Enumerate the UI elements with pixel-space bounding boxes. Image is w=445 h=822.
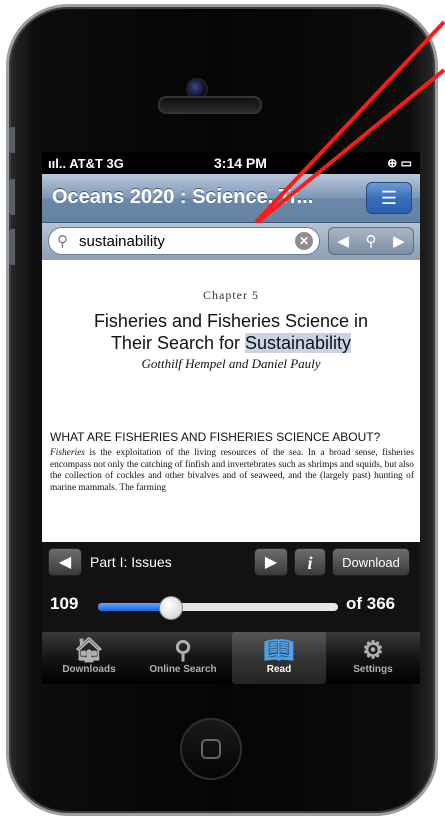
right-arrow-icon: ▶ bbox=[264, 554, 278, 571]
chapter-title: Fisheries and Fisheries Science in Their… bbox=[42, 310, 420, 354]
download-label: Download bbox=[342, 555, 400, 570]
total-pages-label: of 366 bbox=[346, 594, 396, 613]
tab-label-online-search: Online Search bbox=[149, 664, 217, 675]
current-page-number: 109 bbox=[50, 594, 79, 613]
body-lead-word: Fisheries bbox=[50, 448, 85, 458]
table-of-contents-button[interactable]: ☰ bbox=[366, 182, 412, 214]
page-slider-thumb[interactable] bbox=[159, 596, 183, 620]
volume-up-button bbox=[9, 179, 15, 215]
mute-switch bbox=[9, 127, 15, 153]
section-heading: WHAT ARE FISHERIES AND FISHERIES SCIENCE… bbox=[50, 430, 381, 444]
gear-icon: ⚙ bbox=[362, 637, 384, 664]
status-bar: ııl.. AT&T 3G 3:14 PM ⊕ ▭ bbox=[42, 152, 420, 174]
status-time: 3:14 PM bbox=[214, 155, 267, 171]
home-button[interactable] bbox=[180, 718, 242, 780]
chapter-title-line1: Fisheries and Fisheries Science in bbox=[93, 311, 369, 331]
battery-icon: ⊕ ▭ bbox=[387, 156, 412, 170]
search-highlight: Sustainability bbox=[245, 333, 352, 353]
book-icon: 📖︎ bbox=[263, 637, 295, 664]
tab-bar: 🏠︎ Downloads ⚲ Online Search 📖︎ Read ⚙ S… bbox=[42, 632, 420, 684]
body-text: is the exploitation of the living resour… bbox=[50, 448, 414, 493]
page-slider-row: 109 of 366 bbox=[42, 586, 420, 622]
tab-label-read: Read bbox=[266, 664, 292, 675]
info-icon: i bbox=[307, 553, 313, 573]
book-page[interactable]: Chapter 5 Fisheries and Fisheries Scienc… bbox=[42, 260, 420, 542]
chapter-label: Chapter 5 bbox=[203, 288, 259, 302]
part-label: Part I: Issues bbox=[90, 554, 172, 570]
list-icon: ☰ bbox=[380, 188, 398, 208]
tab-label-downloads: Downloads bbox=[62, 664, 116, 675]
body-paragraph: Fisheries is the exploitation of the liv… bbox=[50, 448, 414, 494]
prev-result-icon[interactable]: ◀ bbox=[337, 232, 349, 250]
search-input[interactable]: ⚲ sustainability ✕ bbox=[48, 227, 320, 255]
book-title: Oceans 2020 : Science, Tr... bbox=[52, 186, 314, 208]
tab-settings[interactable]: ⚙ Settings bbox=[326, 632, 420, 684]
page-slider[interactable] bbox=[98, 603, 338, 611]
tab-online-search[interactable]: ⚲ Online Search bbox=[136, 632, 230, 684]
magnifier-icon: ⚲ bbox=[174, 637, 192, 664]
home-icon: 🏠︎ bbox=[73, 637, 105, 664]
prev-part-button[interactable]: ◀ bbox=[48, 548, 82, 576]
search-icon: ⚲ bbox=[57, 233, 68, 250]
next-result-icon[interactable]: ▶ bbox=[393, 232, 405, 250]
app-screen: ııl.. AT&T 3G 3:14 PM ⊕ ▭ Oceans 2020 : … bbox=[42, 152, 420, 684]
clear-icon[interactable]: ✕ bbox=[295, 232, 313, 250]
volume-down-button bbox=[9, 229, 15, 265]
next-part-button[interactable]: ▶ bbox=[254, 548, 288, 576]
search-bar: ⚲ sustainability ✕ ◀ ⚲ ▶ bbox=[42, 223, 420, 262]
chapter-authors: Gotthilf Hempel and Daniel Pauly bbox=[141, 356, 321, 371]
reader-toolbar: ◀ Part I: Issues ▶ i Download 109 of 366 bbox=[42, 542, 420, 632]
carrier-label: ııl.. AT&T 3G bbox=[48, 156, 124, 171]
navigation-bar: Oceans 2020 : Science, Tr... ☰ bbox=[42, 174, 420, 223]
signal-icon: ııl.. bbox=[48, 156, 70, 171]
left-arrow-icon: ◀ bbox=[58, 554, 72, 571]
info-button[interactable]: i bbox=[294, 548, 326, 576]
search-navigation-control: ◀ ⚲ ▶ bbox=[328, 227, 414, 255]
search-query: sustainability bbox=[79, 233, 165, 250]
tab-read[interactable]: 📖︎ Read bbox=[232, 632, 326, 684]
tab-downloads[interactable]: 🏠︎ Downloads bbox=[42, 632, 136, 684]
search-results-icon[interactable]: ⚲ bbox=[365, 232, 376, 250]
earpiece-speaker bbox=[158, 96, 262, 114]
home-square-icon bbox=[201, 739, 221, 759]
tab-label-settings: Settings bbox=[353, 664, 393, 675]
download-button[interactable]: Download bbox=[332, 548, 410, 576]
chapter-title-line2: Their Search for bbox=[110, 333, 245, 353]
